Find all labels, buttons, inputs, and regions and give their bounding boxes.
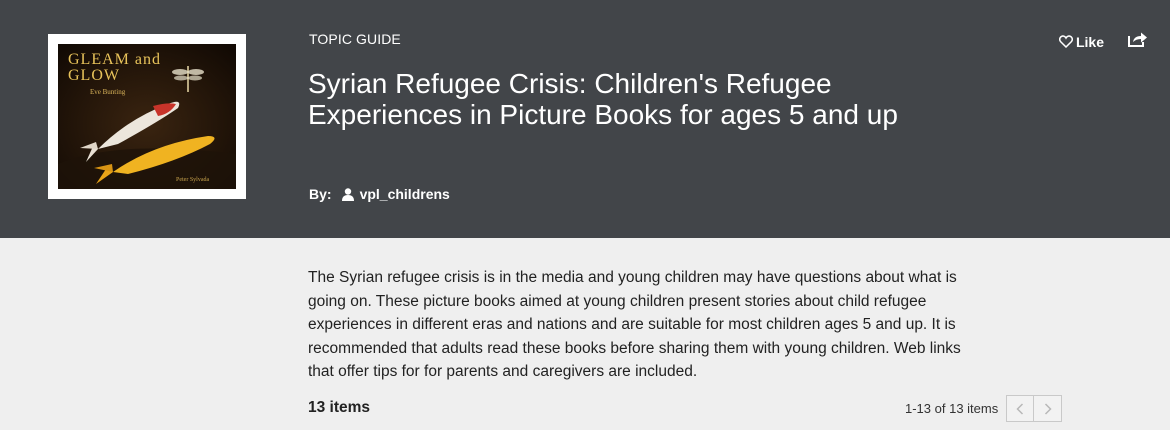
cover-title-line2: GLOW bbox=[68, 67, 120, 84]
next-page-button[interactable] bbox=[1034, 395, 1063, 422]
guide-description: The Syrian refugee crisis is in the medi… bbox=[308, 269, 961, 381]
item-count: 13 items bbox=[308, 399, 371, 416]
like-button[interactable]: Like bbox=[1058, 33, 1104, 50]
pagination-range: 1-13 of 13 items bbox=[905, 401, 999, 416]
content-type-label: TOPIC GUIDE bbox=[309, 31, 401, 47]
cover-illustrator: Peter Sylvada bbox=[176, 177, 210, 183]
share-icon bbox=[1128, 32, 1147, 47]
like-label: Like bbox=[1075, 33, 1104, 50]
prev-page-button[interactable] bbox=[1006, 395, 1035, 422]
author-username-link[interactable]: vpl_childrens bbox=[360, 186, 450, 202]
book-cover-frame[interactable]: GLEAM and GLOW Eve Bunting Peter Sylvada bbox=[48, 34, 246, 199]
guide-header: GLEAM and GLOW Eve Bunting Peter Sylvada… bbox=[0, 0, 1170, 238]
cover-author: Eve Bunting bbox=[90, 88, 126, 96]
heart-icon bbox=[1058, 35, 1073, 48]
byline: By: vpl_childrens bbox=[309, 186, 450, 202]
header-actions: Like bbox=[1058, 31, 1148, 52]
user-icon bbox=[341, 187, 354, 201]
share-button[interactable] bbox=[1128, 31, 1148, 52]
book-cover-image[interactable]: GLEAM and GLOW Eve Bunting Peter Sylvada bbox=[58, 44, 236, 189]
cover-title-line1: GLEAM and bbox=[68, 51, 161, 68]
pagination: 1-13 of 13 items bbox=[905, 395, 1063, 422]
chevron-right-icon bbox=[1044, 402, 1052, 415]
by-label: By: bbox=[309, 186, 332, 202]
chevron-left-icon bbox=[1016, 402, 1024, 415]
page-title: Syrian Refugee Crisis: Children's Refuge… bbox=[308, 68, 898, 130]
